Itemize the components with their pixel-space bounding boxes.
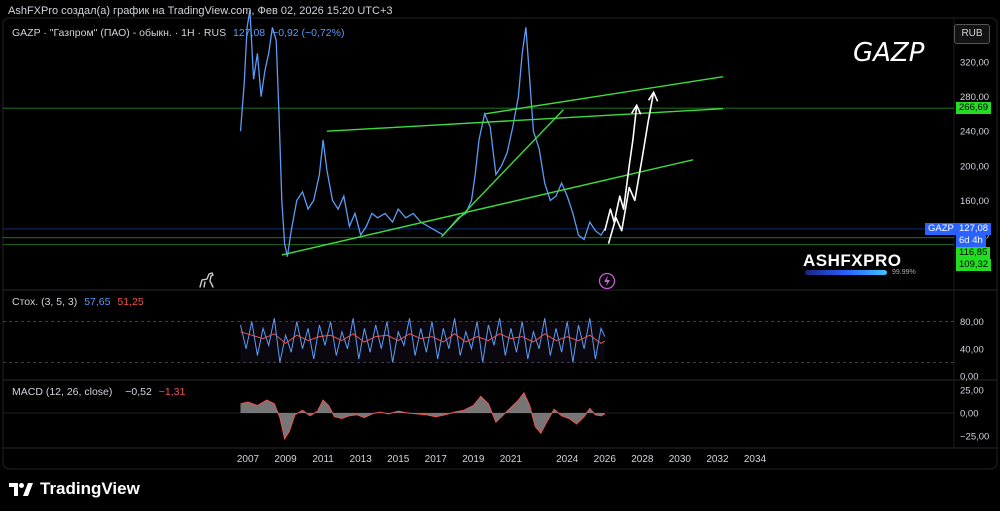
x-tick-label: 2017 (425, 454, 448, 465)
tradingview-wordmark: TradingView (40, 479, 140, 498)
x-tick-label: 2007 (237, 454, 260, 465)
price-tick-label: 320,00 (960, 58, 989, 69)
price-tick-label: 240,00 (960, 127, 989, 138)
brand-percent: 99.99% (892, 269, 916, 276)
macd-tick-label: 25,00 (960, 386, 984, 397)
tradingview-logo-icon (9, 483, 33, 496)
attribution-text: AshFXPro создал(а) график на TradingView… (8, 5, 393, 17)
macd-legend[interactable]: MACD (12, 26, close) −0,52 −1,31 (12, 386, 189, 398)
level-low-tag: 109,32 (956, 259, 992, 271)
level-mid-tag: 116,85 (956, 247, 991, 259)
symbol-legend[interactable]: GAZP · "Газпром" (ПАО) - обыкн. · 1H · R… (12, 27, 348, 39)
x-tick-label: 2034 (744, 454, 767, 465)
stoch-tick-label: 0,00 (960, 372, 979, 383)
x-tick-label: 2030 (669, 454, 692, 465)
dino-icon[interactable] (197, 270, 217, 290)
stoch-tick-label: 80,00 (960, 317, 984, 328)
x-tick-label: 2019 (462, 454, 485, 465)
x-tick-label: 2024 (556, 454, 579, 465)
symbol-tag: GAZP (925, 223, 957, 235)
symbol-name: GAZP · "Газпром" (ПАО) - обыкн. · 1H · R… (12, 27, 227, 39)
panel-background (2, 17, 998, 470)
stoch-d-value: 51,25 (117, 296, 144, 308)
x-tick-label: 2015 (387, 454, 410, 465)
x-tick-label: 2013 (350, 454, 373, 465)
symbol-price: 127,08 (233, 27, 266, 39)
x-tick-label: 2026 (594, 454, 617, 465)
stoch-k-value: 57,65 (84, 296, 111, 308)
currency-button[interactable]: RUB (954, 24, 990, 44)
x-tick-label: 2011 (312, 454, 334, 465)
x-tick-label: 2032 (706, 454, 729, 465)
stoch-tick-label: 40,00 (960, 344, 984, 355)
x-tick-label: 2028 (631, 454, 654, 465)
lightning-icon[interactable] (598, 272, 616, 290)
level-upper-tag: 266,69 (956, 102, 992, 114)
brand-bar (805, 270, 887, 275)
x-tick-label: 2009 (274, 454, 297, 465)
chart-frame: 2007 2009 2011 2013 2015 2017 2019 2021 2024 2026… (0, 0, 1000, 511)
symbol-change: −0,92 (−0,72%) (272, 27, 345, 39)
brand-logo-text: ASHFXPRO (803, 251, 902, 270)
symbol-watermark: GAZP (853, 38, 925, 68)
price-tick-label: 200,00 (960, 161, 989, 172)
macd-signal-value: −1,31 (158, 386, 186, 398)
stoch-label: Стох. (3, 5, 3) (12, 296, 78, 308)
tradingview-footer[interactable]: TradingView (8, 479, 140, 499)
macd-tick-label: 0,00 (960, 409, 979, 420)
countdown-tag: 6d 4h (956, 235, 986, 247)
macd-tick-label: −25,00 (960, 432, 989, 443)
macd-label: MACD (12, 26, close) (12, 386, 113, 398)
stoch-band-fill (240, 321, 605, 363)
price-tick-label: 160,00 (960, 196, 989, 207)
stoch-legend[interactable]: Стох. (3, 5, 3) 57,65 51,25 (12, 296, 148, 308)
x-tick-label: 2021 (500, 454, 523, 465)
last-price-tag: 127,08 (956, 223, 992, 235)
macd-value: −0,52 (125, 386, 152, 398)
